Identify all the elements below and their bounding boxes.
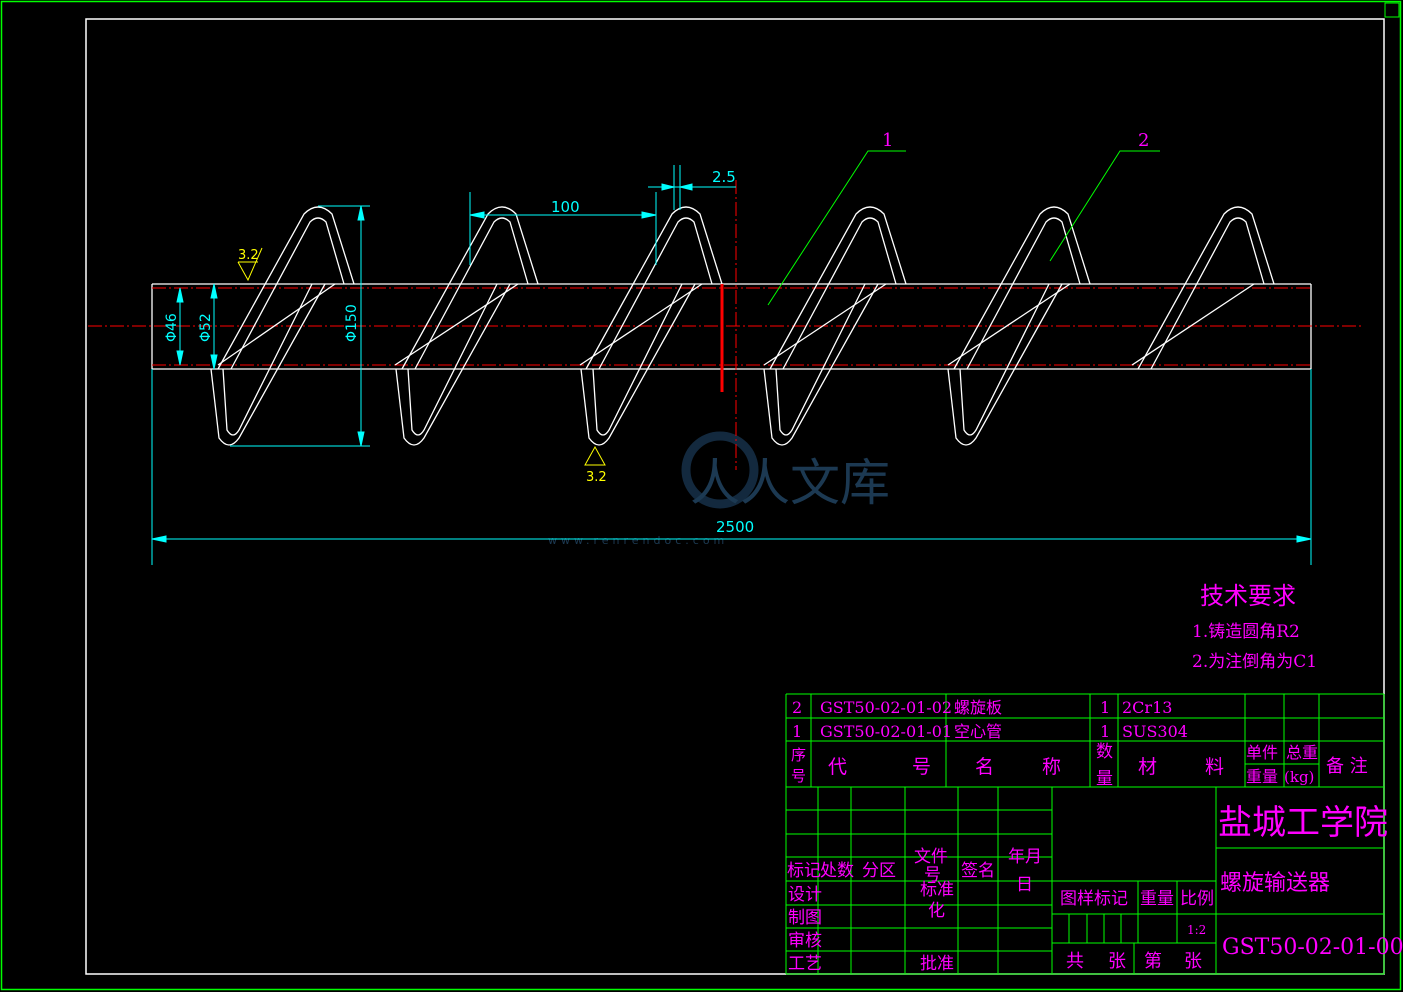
helix-edge <box>1131 283 1255 366</box>
part-1-qty: 1 <box>1100 722 1110 741</box>
dim-pitch: 100 <box>551 198 580 216</box>
tech-req-title: 技术要求 <box>1200 582 1296 610</box>
sheets-unit-1: 张 <box>1108 951 1126 972</box>
design-label: 设计 <box>788 885 822 905</box>
flight-crest-top-inner <box>782 217 897 370</box>
part-2-name: 螺旋板 <box>954 698 1002 717</box>
dim-inner-dia: Φ46 <box>164 313 180 342</box>
standard-label-a: 标准 <box>920 880 954 900</box>
bom-header-qty-a: 数 <box>1096 742 1113 762</box>
tech-req-item-2: 2.为注倒角为C1 <box>1192 652 1317 672</box>
bore-hidden-lines <box>88 180 1362 470</box>
process-label: 工艺 <box>788 954 822 974</box>
school-name: 盐城工学院 <box>1218 803 1388 843</box>
part-2-code: GST50-02-01-02 <box>820 698 952 717</box>
dim-thickness: 2.5 <box>712 168 736 186</box>
weight-label: 重量 <box>1140 889 1174 909</box>
rev-date-label-b: 日 <box>1016 875 1033 895</box>
part-1-name: 空心管 <box>954 722 1002 741</box>
rev-zone-label: 分区 <box>862 861 896 881</box>
bom-header-unit-a: 单件 <box>1246 743 1278 762</box>
sheet-no-label: 第 <box>1144 951 1162 972</box>
leaders <box>767 150 1160 306</box>
roughness-bottom: 3.2 <box>586 470 607 485</box>
part-1-code: GST50-02-01-01 <box>820 722 952 741</box>
dim-blade-dia: Φ150 <box>344 304 360 342</box>
part-2-qty: 1 <box>1100 698 1110 717</box>
watermark-text: 人人文库 <box>690 454 890 512</box>
scale-label: 比例 <box>1180 889 1214 909</box>
bom-header-code-b: 号 <box>912 756 931 778</box>
rev-date-label-a: 年月 <box>1008 847 1042 867</box>
bom-header-name-a: 名 <box>975 756 994 778</box>
helix-edge <box>217 283 336 366</box>
bom-header-unit-b: 重量 <box>1246 767 1278 786</box>
bom-header-mat-b: 料 <box>1205 756 1224 778</box>
helix-edge <box>763 283 887 366</box>
standard-label-b: 化 <box>928 901 945 921</box>
flight-crest-top-inner <box>414 217 529 370</box>
bom-header-name-b: 称 <box>1042 756 1061 778</box>
sheets-unit-2: 张 <box>1184 951 1202 972</box>
bom-header-mat-a: 材 <box>1138 756 1157 778</box>
drawing-number: GST50-02-01-00 <box>1222 935 1403 960</box>
stage-mark-label: 图样标记 <box>1060 889 1128 909</box>
drawing-name: 螺旋输送器 <box>1220 871 1330 896</box>
part-2-material: 2Cr13 <box>1122 698 1172 717</box>
dim-length: 2500 <box>716 518 754 536</box>
roughness-symbol-bottom <box>584 445 606 466</box>
helix-edge <box>947 283 1071 366</box>
part-1-material: SUS304 <box>1122 722 1188 741</box>
bom-header-total-a: 总重 <box>1286 743 1318 762</box>
approve-label: 批准 <box>920 954 954 974</box>
sheets-total-label: 共 <box>1066 951 1084 972</box>
rev-count-label: 处数 <box>820 861 854 881</box>
part-2-no: 2 <box>792 698 802 717</box>
watermark-url: www.renrendoc.com <box>548 534 728 547</box>
flight-crest-top-inner <box>230 217 345 370</box>
helix-edge <box>394 283 519 366</box>
balloon-1: 1 <box>882 130 893 151</box>
rev-doc-label-a: 文件 <box>914 847 948 867</box>
rev-mark-label: 标记 <box>787 861 821 881</box>
part-1-no: 1 <box>792 722 802 741</box>
draw-label: 制图 <box>788 908 822 928</box>
flight-crest-top-inner <box>1150 217 1265 370</box>
bom-header-remark: 备 注 <box>1326 756 1368 777</box>
dim-pipe-dia: Φ52 <box>198 313 214 342</box>
rev-sign-label: 签名 <box>961 861 995 881</box>
bom-header-code-a: 代 <box>828 756 847 778</box>
tech-req-item-1: 1.铸造圆角R2 <box>1192 622 1300 642</box>
balloon-2: 2 <box>1138 130 1149 151</box>
bom-header-no-b: 号 <box>791 767 806 785</box>
roughness-top: 3.2 <box>238 248 259 263</box>
drawing-canvas: 人人文库 www.renrendoc.com 100 2.5 2500 Φ46 … <box>0 0 1403 991</box>
bom-header-no-a: 序 <box>791 746 806 764</box>
corner-icon <box>1384 2 1400 18</box>
scale-value: 1:2 <box>1187 923 1206 937</box>
check-label: 审核 <box>788 931 822 951</box>
bom-header-total-b: (kg) <box>1284 768 1314 786</box>
helix-edge <box>579 283 703 366</box>
bom-header-qty-b: 量 <box>1096 769 1113 789</box>
